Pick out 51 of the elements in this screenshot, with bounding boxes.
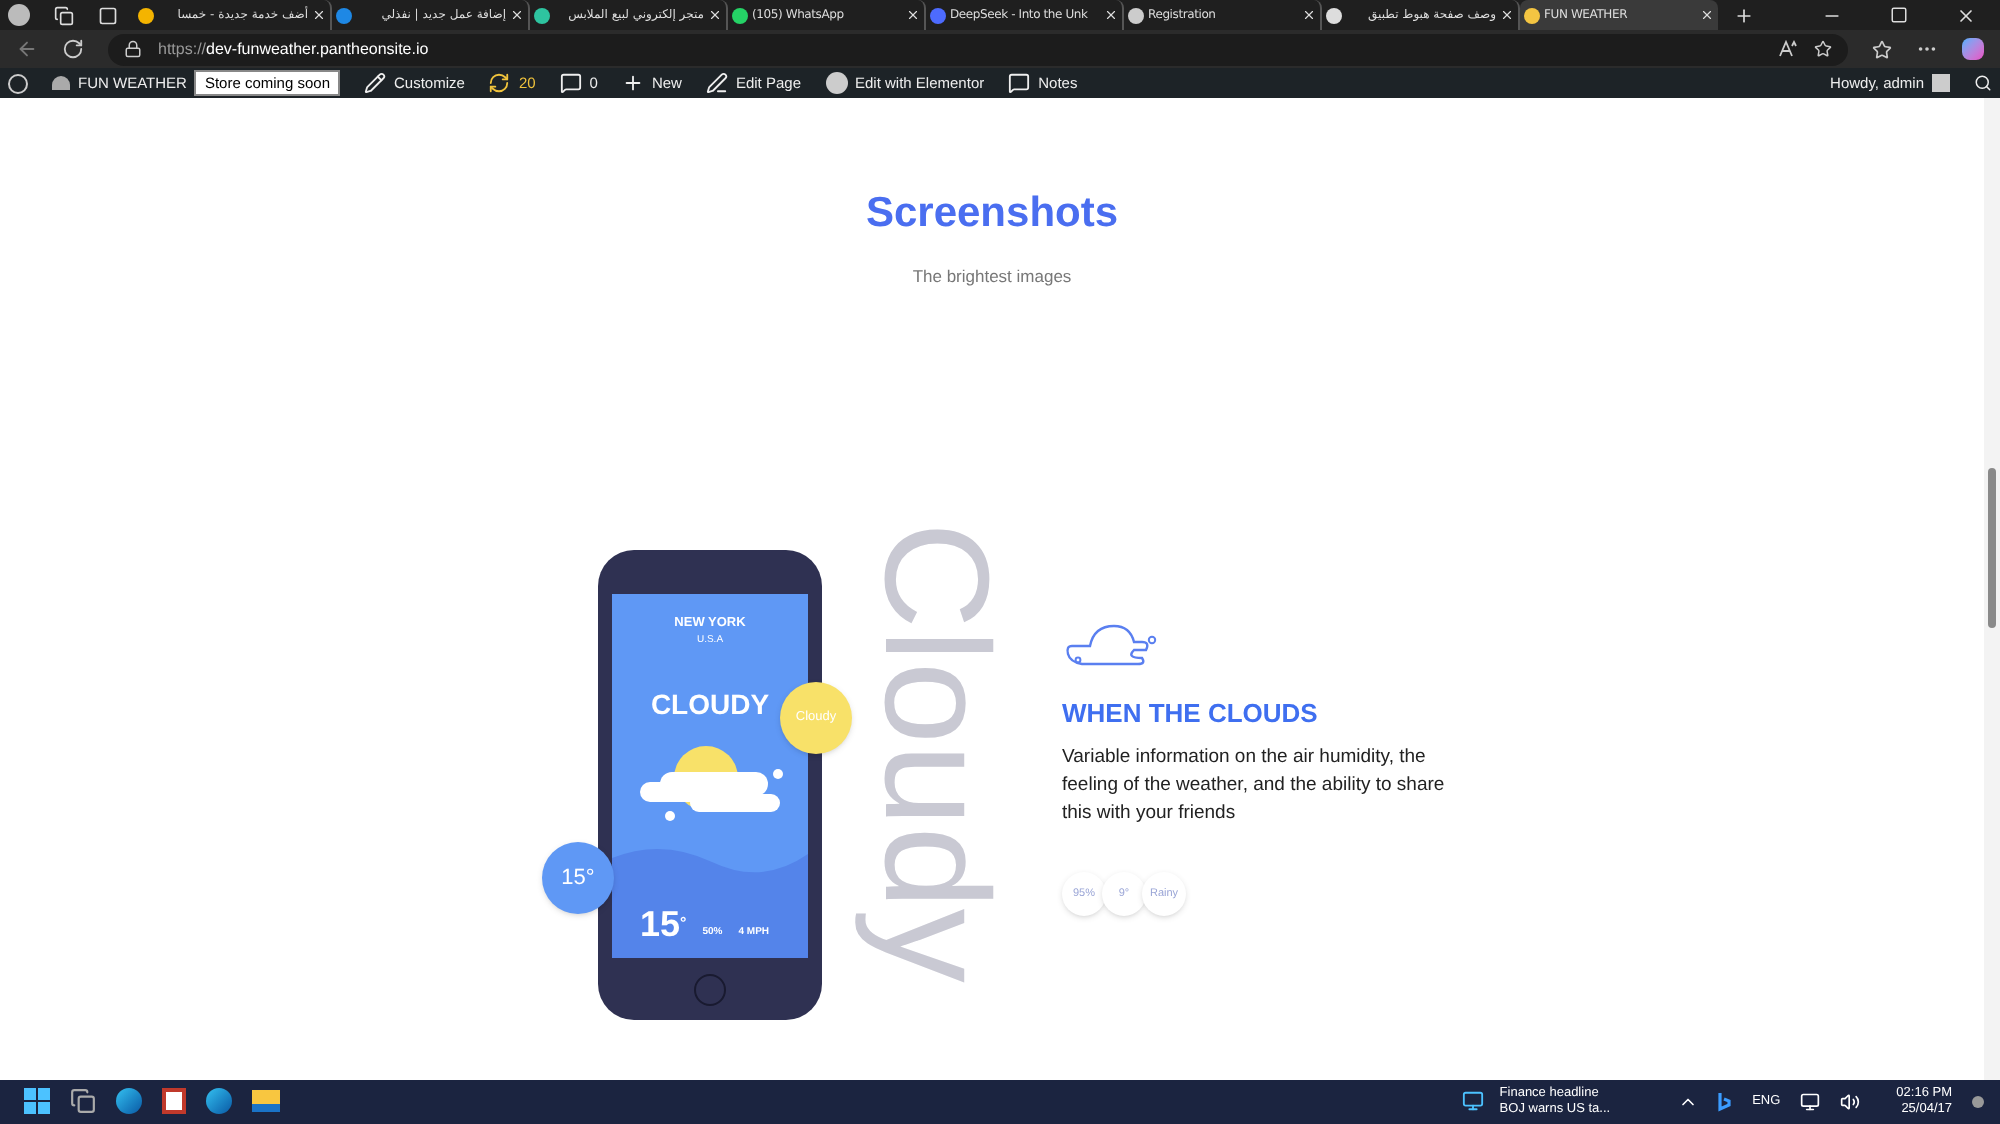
new-tab-icon[interactable] [1734, 5, 1754, 26]
section-subtitle: The brightest images [912, 264, 1072, 290]
favorite-icon[interactable] [1814, 40, 1832, 59]
favorites-icon[interactable] [1872, 39, 1892, 60]
browser-icon[interactable] [206, 1088, 232, 1115]
folder-icon[interactable] [252, 1090, 280, 1113]
refresh-icon [488, 72, 511, 95]
close-icon[interactable] [1104, 8, 1118, 23]
notification-icon[interactable] [1972, 1095, 1984, 1108]
scrollbar-thumb[interactable] [1988, 467, 1996, 628]
workspaces-icon[interactable] [54, 5, 74, 26]
feature-description: Variable information on the air humidity, the feeling of the weather, and the ability to share this with your friends [1062, 744, 1447, 829]
close-icon[interactable] [1302, 8, 1316, 23]
temperature-bubble: 15° [542, 841, 614, 914]
volume-icon[interactable] [1840, 1091, 1861, 1112]
close-icon[interactable] [1700, 8, 1714, 23]
bing-icon[interactable] [1718, 1091, 1733, 1112]
dashboard-icon [52, 76, 70, 91]
tab-actions-icon[interactable] [98, 5, 118, 26]
snipping-tool-icon[interactable] [162, 1088, 186, 1115]
close-icon[interactable] [1956, 5, 1976, 26]
close-icon[interactable] [708, 8, 722, 23]
browser-icon[interactable] [116, 1088, 142, 1115]
profile-icon[interactable] [8, 4, 30, 27]
start-icon[interactable] [24, 1088, 50, 1115]
section-title: Screenshots [865, 187, 1119, 240]
task-view-icon[interactable] [70, 1088, 96, 1115]
wordpress-icon[interactable] [8, 73, 28, 94]
address-field[interactable]: https://dev-funweather.pantheonsite.io [108, 33, 1848, 66]
pencil-icon [705, 72, 728, 95]
maximize-icon[interactable] [1890, 6, 1908, 25]
lock-icon [124, 40, 142, 59]
close-icon[interactable] [510, 8, 524, 23]
read-aloud-icon[interactable] [1778, 40, 1798, 59]
elementor-icon [825, 72, 847, 95]
temperature: 15$^{°}$ [640, 905, 687, 942]
back-icon[interactable] [16, 38, 38, 61]
speech-bubble-icon [1008, 72, 1031, 95]
reload-icon[interactable] [62, 38, 84, 61]
feature-heading: WHEN THE CLOUDS [1062, 695, 1320, 732]
brush-icon [364, 72, 386, 95]
close-icon[interactable] [1500, 8, 1514, 23]
copilot-icon[interactable] [1962, 38, 1984, 61]
avatar [1932, 74, 1950, 93]
search-icon[interactable] [1974, 74, 1992, 93]
plus-icon [621, 72, 644, 95]
comment-icon [559, 72, 582, 95]
close-icon[interactable] [312, 8, 326, 23]
url-text: https://dev-funweather.pantheonsite.io [158, 37, 431, 62]
close-icon[interactable] [906, 8, 920, 23]
condition: CLOUDY [650, 686, 770, 725]
